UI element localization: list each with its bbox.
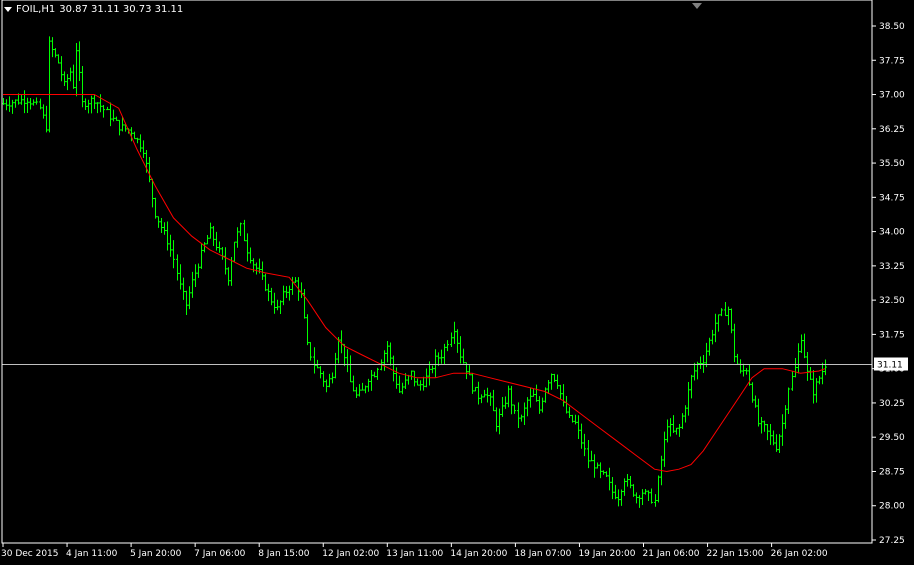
price-tick-label: 34.00 <box>879 228 905 238</box>
collapse-triangle-icon[interactable] <box>4 7 12 12</box>
symbol-timeframe: FOIL,H1 <box>16 4 56 15</box>
price-tick-label: 30.25 <box>879 399 905 409</box>
current-price-label: 31.11 <box>874 357 908 371</box>
current-price-text: 31.11 <box>877 361 903 371</box>
time-tick-label: 19 Jan 20:00 <box>578 549 635 559</box>
time-tick-label: 8 Jan 15:00 <box>258 549 310 559</box>
time-tick-label: 4 Jan 11:00 <box>66 549 118 559</box>
chart-header: FOIL,H1 30.87 31.11 30.73 31.11 <box>4 4 183 15</box>
chart-background <box>0 0 914 561</box>
price-chart[interactable]: 38.50 37.75 37.00 36.25 35.50 34.75 34.00 33.25… <box>0 0 914 561</box>
price-tick-label: 37.75 <box>879 56 905 66</box>
price-tick-label: 27.25 <box>879 536 905 546</box>
price-tick-label: 28.75 <box>879 467 905 477</box>
time-tick-label: 26 Jan 02:00 <box>771 549 828 559</box>
time-tick-label: 21 Jan 06:00 <box>643 549 700 559</box>
price-tick-label: 37.00 <box>879 91 905 101</box>
price-tick-label: 38.50 <box>879 22 905 32</box>
time-tick-label: 18 Jan 07:00 <box>514 549 571 559</box>
chart-canvas[interactable]: 38.50 37.75 37.00 36.25 35.50 34.75 34.00 33.25… <box>0 0 914 561</box>
time-tick-label: 14 Jan 20:00 <box>450 549 507 559</box>
price-tick-label: 29.50 <box>879 433 905 443</box>
price-tick-label: 33.25 <box>879 262 905 272</box>
price-tick-label: 34.75 <box>879 193 905 203</box>
time-tick-label: 12 Jan 02:00 <box>322 549 379 559</box>
ohlc-values: 30.87 31.11 30.73 31.11 <box>59 4 184 15</box>
time-tick-label: 13 Jan 11:00 <box>386 549 443 559</box>
price-tick-label: 28.00 <box>879 502 905 512</box>
time-tick-label: 30 Dec 2015 <box>1 549 59 559</box>
price-tick-label: 36.25 <box>879 125 905 135</box>
time-tick-label: 7 Jan 06:00 <box>194 549 246 559</box>
price-tick-label: 35.50 <box>879 159 905 169</box>
time-tick-label: 5 Jan 20:00 <box>130 549 182 559</box>
price-tick-label: 31.75 <box>879 330 905 340</box>
price-tick-label: 32.50 <box>879 296 905 306</box>
time-tick-label: 22 Jan 15:00 <box>707 549 764 559</box>
